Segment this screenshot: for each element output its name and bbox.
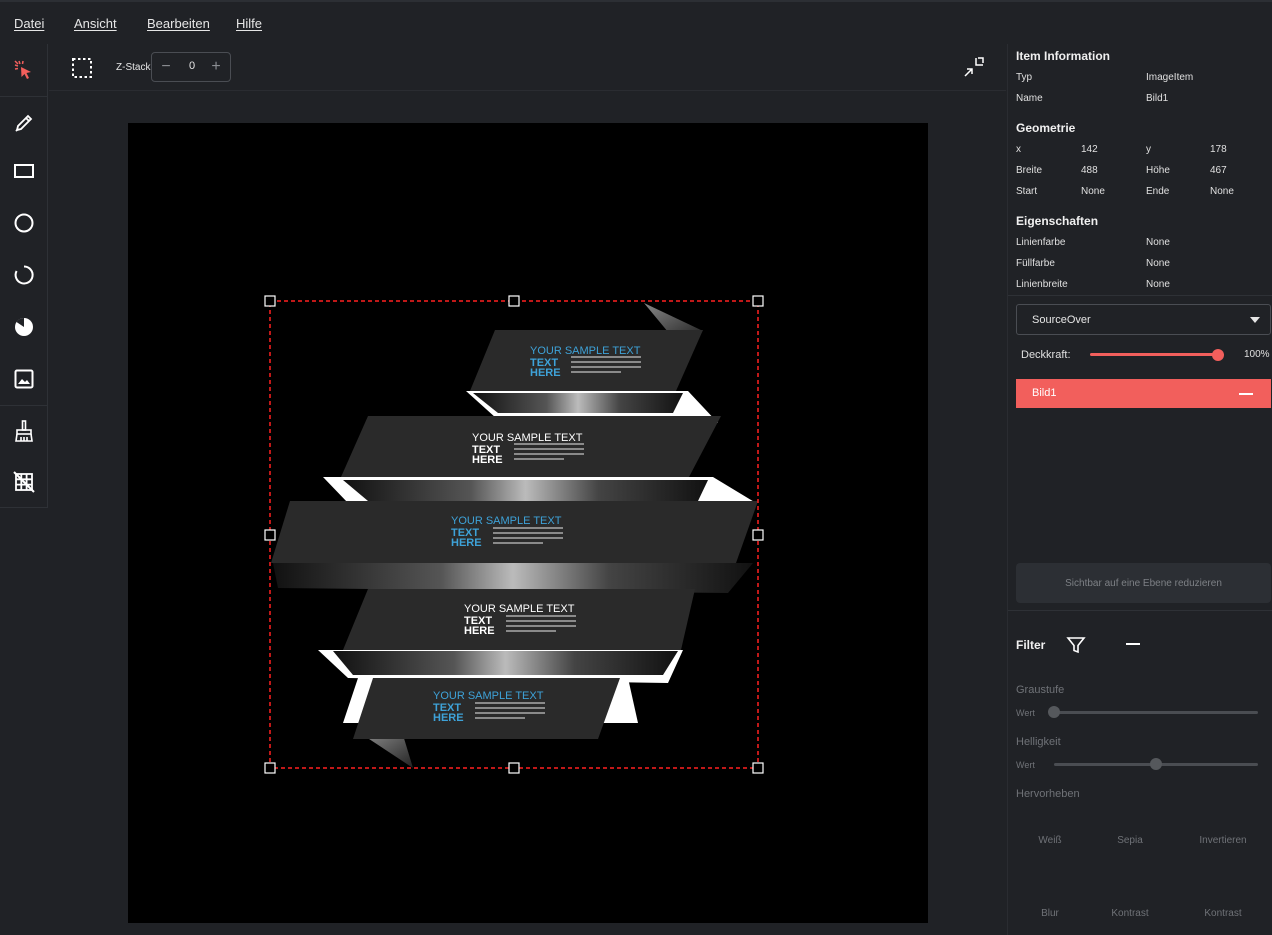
selection-rect-icon bbox=[72, 58, 92, 78]
remove-layer-icon[interactable] bbox=[1239, 393, 1253, 395]
menu-bearbeiten[interactable]: Bearbeiten bbox=[147, 16, 210, 31]
highlight-label: Hervorheben bbox=[1016, 788, 1080, 800]
height-value: 467 bbox=[1210, 165, 1227, 176]
brightness-value-label: Wert bbox=[1016, 760, 1035, 770]
zstack-increment-button[interactable]: + bbox=[206, 57, 226, 77]
start-label: Start bbox=[1016, 186, 1038, 197]
name-value: Bild1 bbox=[1146, 93, 1169, 104]
grayscale-label: Graustufe bbox=[1016, 684, 1065, 696]
grayscale-value-label: Wert bbox=[1016, 708, 1035, 718]
brightness-label: Helligkeit bbox=[1016, 736, 1061, 748]
linewidth-value: None bbox=[1146, 279, 1170, 290]
blend-mode-value: SourceOver bbox=[1032, 314, 1091, 326]
menu-datei[interactable]: Datei bbox=[14, 16, 44, 31]
pie-icon bbox=[15, 317, 33, 336]
width-label: Breite bbox=[1016, 165, 1043, 176]
start-value: None bbox=[1081, 186, 1105, 197]
name-label: Name bbox=[1016, 93, 1043, 104]
tool-sidebar bbox=[0, 44, 48, 508]
x-value: 142 bbox=[1081, 144, 1098, 155]
opacity-slider-handle[interactable] bbox=[1212, 349, 1224, 361]
typ-label: Typ bbox=[1016, 72, 1033, 83]
selection-box[interactable] bbox=[128, 123, 928, 923]
opacity-value: 100% bbox=[1244, 349, 1270, 360]
filter-contrast-button-2[interactable]: Kontrast bbox=[1183, 908, 1263, 919]
properties-panel: Item Information Typ ImageItem Name Bild… bbox=[1007, 44, 1272, 935]
height-label: Höhe bbox=[1146, 165, 1170, 176]
opacity-label: Deckkraft: bbox=[1021, 349, 1071, 361]
layer-item-bild1[interactable]: Bild1 bbox=[1016, 379, 1271, 408]
pie-tool-button[interactable] bbox=[0, 301, 48, 353]
drawing-canvas[interactable]: YOUR SAMPLE TEXT TEXT HERE YOUR SAMPLE T… bbox=[128, 123, 928, 923]
flatten-visible-button[interactable]: Sichtbar auf eine Ebene reduzieren bbox=[1016, 563, 1271, 603]
filter-white-button[interactable]: Weiß bbox=[1010, 835, 1090, 846]
blend-mode-select[interactable]: SourceOver bbox=[1016, 304, 1271, 335]
end-value: None bbox=[1210, 186, 1234, 197]
zstack-decrement-button[interactable]: − bbox=[156, 57, 176, 77]
pen-tool-button[interactable] bbox=[0, 97, 48, 149]
brightness-slider-handle[interactable] bbox=[1150, 758, 1162, 770]
chevron-down-icon bbox=[1250, 317, 1260, 323]
layer-name: Bild1 bbox=[1032, 387, 1057, 399]
linewidth-label: Linienbreite bbox=[1016, 279, 1068, 290]
filter-remove-icon[interactable] bbox=[1126, 643, 1140, 645]
opacity-slider[interactable] bbox=[1090, 353, 1218, 356]
fillcolor-value: None bbox=[1146, 258, 1170, 269]
filter-title: Filter bbox=[1016, 638, 1046, 652]
linecolor-value: None bbox=[1146, 237, 1170, 248]
image-tool-button[interactable] bbox=[0, 353, 48, 405]
filter-funnel-icon bbox=[1066, 637, 1086, 654]
filter-blur-button[interactable]: Blur bbox=[1010, 908, 1090, 919]
rectangle-icon bbox=[14, 164, 34, 178]
pen-icon bbox=[15, 114, 33, 132]
zstack-stepper: − 0 + bbox=[151, 52, 231, 82]
select-tool-button[interactable] bbox=[0, 44, 48, 96]
circle-icon bbox=[14, 213, 34, 233]
clear-tool-button[interactable] bbox=[0, 405, 48, 457]
item-info-title: Item Information bbox=[1016, 49, 1111, 63]
y-label: y bbox=[1146, 144, 1151, 155]
broom-icon bbox=[15, 420, 33, 442]
width-value: 488 bbox=[1081, 165, 1098, 176]
filter-invert-button[interactable]: Invertieren bbox=[1183, 835, 1263, 846]
zstack-label: Z-Stack bbox=[116, 62, 151, 73]
canvas-toolbar: Z-Stack − 0 + bbox=[49, 44, 1006, 91]
menu-hilfe[interactable]: Hilfe bbox=[236, 16, 262, 31]
menubar: Datei Ansicht Bearbeiten Hilfe bbox=[0, 0, 1272, 44]
geometry-title: Geometrie bbox=[1016, 121, 1076, 135]
grid-off-icon bbox=[13, 471, 35, 493]
fillcolor-label: Füllfarbe bbox=[1016, 258, 1055, 269]
collapse-arrows-icon bbox=[964, 57, 984, 77]
cursor-select-icon bbox=[14, 60, 31, 79]
zstack-value[interactable]: 0 bbox=[180, 60, 204, 72]
end-label: Ende bbox=[1146, 186, 1170, 197]
arc-icon bbox=[14, 265, 34, 285]
ellipse-tool-button[interactable] bbox=[0, 197, 48, 249]
menu-ansicht[interactable]: Ansicht bbox=[74, 16, 117, 31]
selection-rect-button[interactable] bbox=[71, 57, 93, 79]
filter-button[interactable] bbox=[1066, 635, 1086, 655]
filter-sepia-button[interactable]: Sepia bbox=[1090, 835, 1170, 846]
filter-contrast-button[interactable]: Kontrast bbox=[1090, 908, 1170, 919]
x-label: x bbox=[1016, 144, 1021, 155]
typ-value: ImageItem bbox=[1146, 72, 1194, 83]
grayscale-slider-handle[interactable] bbox=[1048, 706, 1060, 718]
grid-tool-button[interactable] bbox=[0, 456, 48, 508]
properties-title: Eigenschaften bbox=[1016, 214, 1099, 228]
arc-tool-button[interactable] bbox=[0, 249, 48, 301]
image-icon bbox=[14, 369, 34, 389]
y-value: 178 bbox=[1210, 144, 1227, 155]
grayscale-slider[interactable] bbox=[1054, 711, 1258, 714]
fit-view-button[interactable] bbox=[963, 56, 985, 78]
linecolor-label: Linienfarbe bbox=[1016, 237, 1066, 248]
rectangle-tool-button[interactable] bbox=[0, 145, 48, 197]
